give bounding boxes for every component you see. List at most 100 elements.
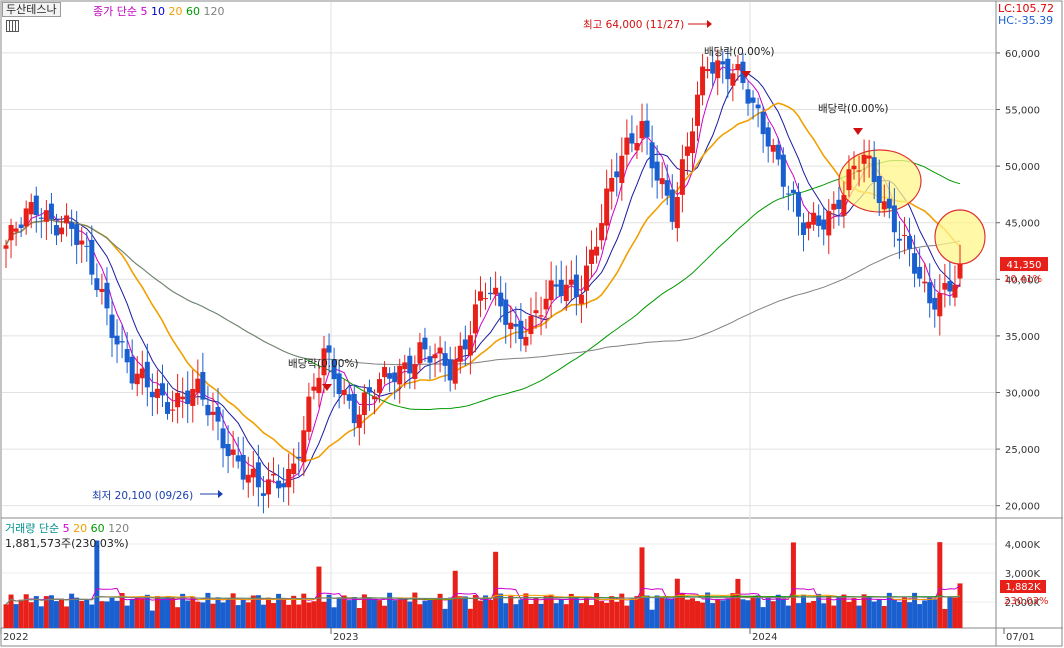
candle-body: [271, 473, 277, 476]
volume-bar: [907, 602, 913, 628]
volume-bar: [488, 600, 494, 628]
grid-icon[interactable]: [6, 20, 19, 32]
volume-bar: [780, 598, 786, 628]
candle-body: [235, 455, 241, 462]
candle-body: [589, 249, 595, 264]
candle-body: [639, 121, 645, 139]
volume-bar: [922, 600, 928, 628]
candle-body: [109, 314, 115, 338]
volume-bar: [710, 603, 716, 628]
candle-body: [341, 390, 347, 396]
volume-bar: [750, 596, 756, 628]
volume-bar: [165, 596, 171, 628]
volume-bar: [917, 604, 923, 628]
volume-bar: [250, 595, 256, 628]
volume-bar: [59, 598, 65, 628]
volume-bar: [159, 598, 165, 628]
volume-bar: [790, 542, 796, 628]
candle-body: [912, 253, 918, 274]
candle-body: [695, 94, 701, 126]
volume-bar: [467, 608, 473, 628]
price-tick-label: 20,000: [1005, 502, 1040, 513]
volume-bar: [170, 597, 176, 628]
candle-body: [503, 299, 509, 325]
volume-bar: [477, 600, 483, 628]
candle-body: [604, 188, 610, 226]
candle-body: [745, 89, 751, 104]
candle-body: [957, 264, 963, 279]
candle-body: [99, 288, 105, 292]
volume-bar: [104, 601, 110, 628]
candle-body: [498, 292, 504, 307]
volume-bar: [654, 595, 660, 628]
candle-body: [684, 146, 690, 156]
candle-body: [886, 198, 892, 209]
volume-bar: [720, 600, 726, 628]
volume-bar: [947, 596, 953, 628]
volume-bar: [599, 601, 605, 628]
price-tick-label: 50,000: [1005, 162, 1040, 173]
candle-body: [917, 266, 923, 279]
volume-bar: [957, 583, 963, 628]
candle-body: [250, 468, 256, 478]
candle-body: [84, 245, 90, 247]
candle-body: [634, 142, 640, 151]
candle-body: [38, 217, 44, 219]
candle-body: [59, 227, 65, 235]
volume-bar: [195, 601, 201, 628]
volume-bar: [407, 601, 413, 628]
candle-body: [144, 361, 150, 388]
volume-bar: [578, 603, 584, 628]
ma-label: 종가 단순: [93, 5, 137, 18]
candle-body: [28, 202, 34, 215]
candle-body: [412, 364, 418, 379]
candle-body: [558, 279, 564, 297]
volume-bar: [260, 604, 266, 628]
candle-body: [715, 60, 721, 79]
volume-bar: [3, 604, 9, 628]
volume-bar: [245, 602, 251, 628]
ma-period-5: 5: [140, 5, 148, 18]
candle-body: [730, 73, 736, 86]
volume-bar: [876, 598, 882, 628]
candle-body: [538, 315, 544, 317]
volume-bar: [831, 605, 837, 628]
candle-body: [952, 284, 958, 298]
candle-body: [225, 444, 231, 457]
candle-body: [351, 393, 357, 424]
candle-body: [356, 414, 362, 428]
volume-bar: [765, 596, 771, 628]
volume-bar: [442, 608, 448, 628]
candle-body: [23, 208, 29, 227]
candle-body: [770, 145, 776, 152]
candle-body: [735, 64, 741, 71]
candle-body: [240, 454, 246, 480]
volume-bar: [306, 602, 312, 628]
stock-chart[interactable]: 최고 64,000 (11/27) 최저 20,100 (09/26) 배당락(0.…: [0, 0, 1064, 648]
candle-body: [260, 493, 266, 496]
candle-body: [301, 430, 307, 463]
volume-bar: [296, 604, 302, 628]
candle-body: [422, 337, 428, 350]
volume-bar: [553, 603, 559, 628]
volume-bar: [821, 603, 827, 628]
ma10-line: [5, 72, 961, 481]
volume-bar: [811, 600, 817, 628]
candle-body: [831, 203, 837, 210]
candle-body: [255, 462, 261, 488]
candle-body: [18, 224, 24, 228]
candle-body: [775, 144, 781, 160]
candle-body: [13, 228, 19, 232]
current-price-label: 41,350: [1007, 260, 1042, 271]
candle-body: [281, 483, 287, 488]
ma5-line: [5, 66, 961, 486]
volume-bar: [149, 610, 155, 628]
stock-name[interactable]: 두산테스나: [2, 2, 61, 17]
candle-body: [896, 238, 902, 241]
candle-body: [230, 449, 236, 455]
volume-bar: [583, 597, 589, 628]
vol-ma-5: 5: [62, 522, 70, 535]
volume-bar: [64, 606, 70, 628]
volume-bar: [200, 602, 206, 628]
volume-bar: [745, 600, 751, 628]
